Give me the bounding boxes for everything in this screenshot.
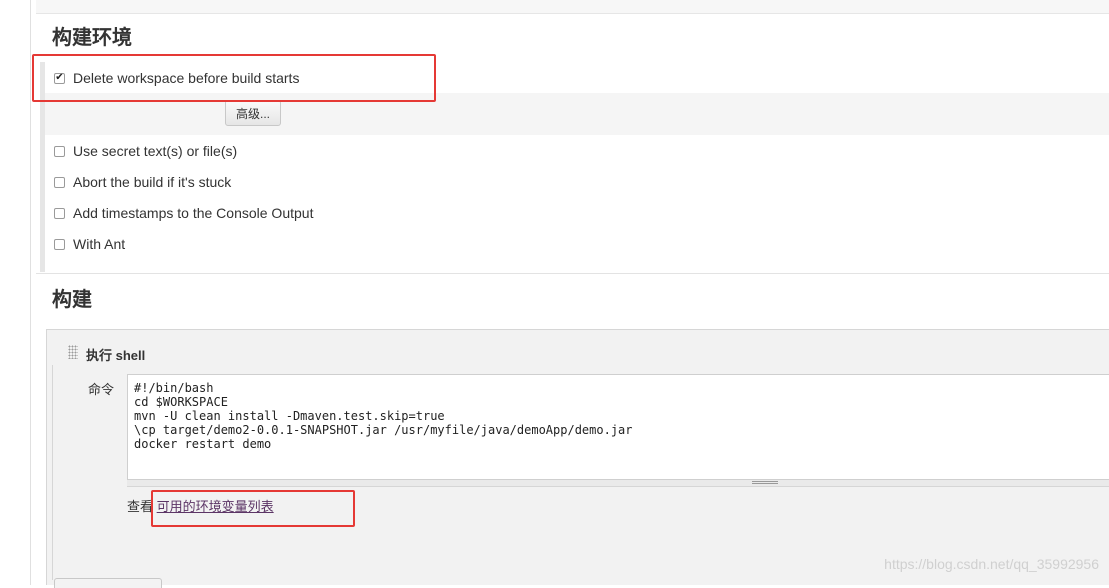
option-secret-text[interactable]: Use secret text(s) or file(s) [54,143,237,159]
top-strip [36,0,1109,14]
option-label: Abort the build if it's stuck [73,174,232,190]
checkbox-icon[interactable] [54,207,65,219]
textarea-resize-bar[interactable] [127,480,1109,487]
env-section-title: 构建环境 [52,27,132,49]
command-label: 命令 [88,382,115,397]
left-divider [30,0,31,585]
env-vars-prefix: 查看 [127,499,154,514]
highlight-box-env-link [151,490,355,527]
build-step-inner-border [52,365,53,580]
highlight-box-workspace [32,54,436,102]
drag-handle-icon[interactable] [68,345,78,359]
watermark: https://blog.csdn.net/qq_35992956 [884,556,1099,572]
checkbox-icon[interactable] [54,145,65,157]
resize-grip-icon [752,481,778,484]
section-divider [36,273,1109,274]
checkbox-icon[interactable] [54,238,65,250]
option-timestamps[interactable]: Add timestamps to the Console Output [54,205,313,221]
advanced-button[interactable]: 高级... [225,100,281,126]
option-with-ant[interactable]: With Ant [54,236,125,252]
bottom-button-edge[interactable] [54,578,162,588]
left-gutter [0,0,30,585]
checkbox-icon[interactable] [54,176,65,188]
option-label: Add timestamps to the Console Output [73,205,314,221]
option-label: Use secret text(s) or file(s) [73,143,238,159]
build-section-title: 构建 [52,289,92,311]
option-label: With Ant [73,236,126,252]
build-step-title: 执行 shell [86,348,146,363]
option-abort-stuck[interactable]: Abort the build if it's stuck [54,174,231,190]
command-textarea[interactable]: #!/bin/bash cd $WORKSPACE mvn -U clean i… [127,374,1109,480]
